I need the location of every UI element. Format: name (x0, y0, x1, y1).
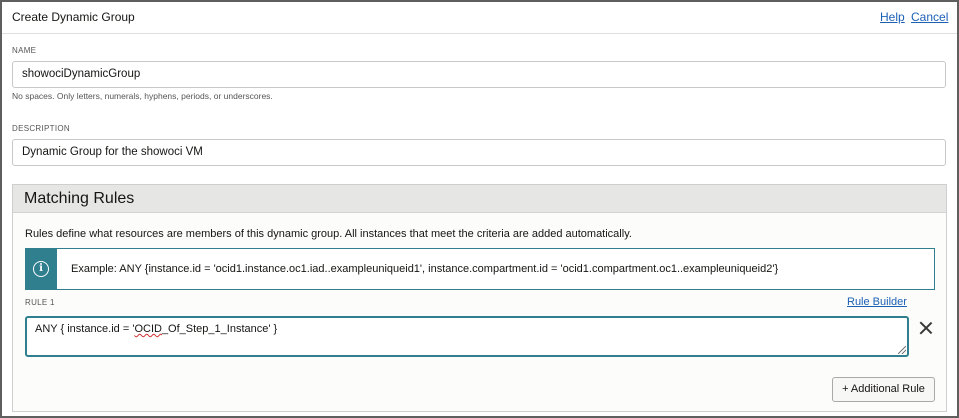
description-label: DESCRIPTION (12, 124, 70, 133)
rule-builder-link[interactable]: Rule Builder (847, 296, 907, 308)
matching-rules-title: Matching Rules (24, 190, 135, 207)
dialog-title: Create Dynamic Group (12, 10, 135, 24)
info-icon: i (33, 261, 49, 277)
info-strip: i (26, 249, 57, 289)
rule-1-textarea[interactable]: ANY { instance.id = 'OCID_Of_Step_1_Inst… (25, 316, 909, 357)
dialog-frame: Create Dynamic Group Help Cancel NAME sh… (0, 0, 959, 418)
help-link[interactable]: Help (880, 10, 905, 24)
additional-rule-button[interactable]: + Additional Rule (832, 377, 935, 402)
example-text: Example: ANY {instance.id = 'ocid1.insta… (71, 263, 779, 275)
rule-text-prefix: ANY { instance.id = ' (35, 323, 135, 335)
resize-handle[interactable] (898, 346, 906, 354)
cancel-link[interactable]: Cancel (911, 10, 948, 24)
matching-rules-description: Rules define what resources are members … (25, 228, 632, 240)
name-label: NAME (12, 46, 37, 55)
matching-rules-header: Matching Rules (13, 185, 946, 213)
name-hint: No spaces. Only letters, numerals, hyphe… (12, 91, 273, 101)
dialog-header: Create Dynamic Group Help Cancel (2, 2, 957, 34)
close-icon[interactable] (918, 320, 934, 336)
name-input[interactable]: showociDynamicGroup (12, 61, 946, 88)
rule-text-misspelled: OCID (134, 323, 162, 335)
rule-text-suffix: _Of_Step_1_Instance' } (161, 323, 278, 335)
rule-1-label: RULE 1 (25, 298, 55, 307)
matching-rules-section: Matching Rules Rules define what resourc… (12, 184, 947, 412)
example-info-box: i Example: ANY {instance.id = 'ocid1.ins… (25, 248, 935, 290)
description-input[interactable]: Dynamic Group for the showoci VM (12, 139, 946, 166)
